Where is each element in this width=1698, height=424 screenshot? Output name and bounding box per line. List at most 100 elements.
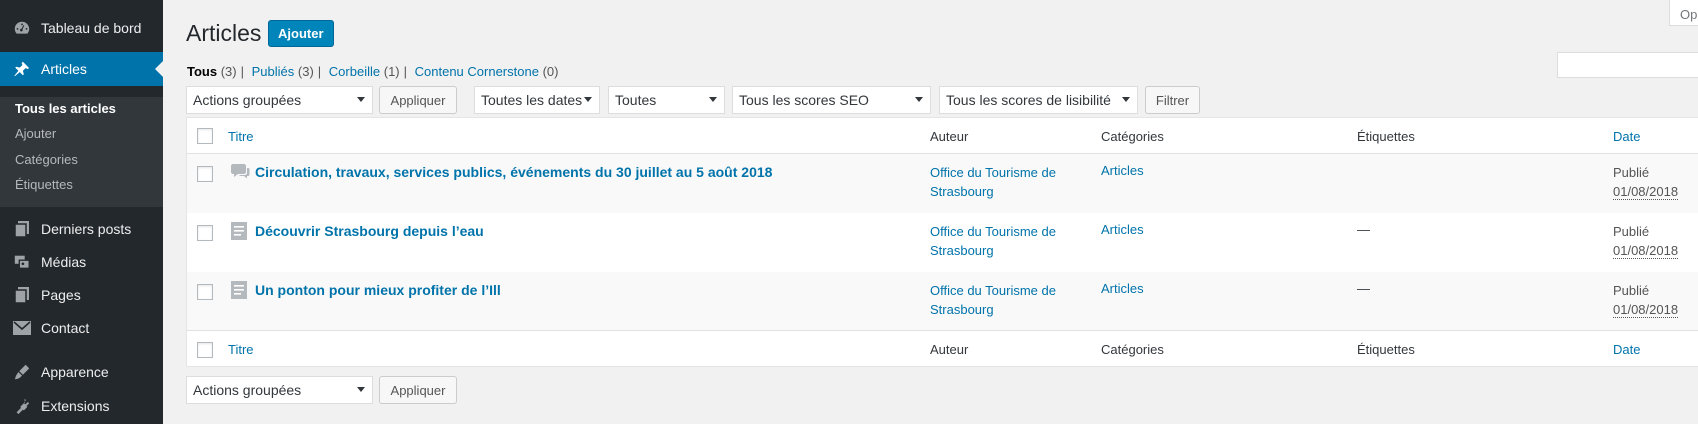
- post-title-link[interactable]: Découvrir Strasbourg depuis l’eau: [255, 223, 484, 239]
- post-date-value: 01/08/2018: [1613, 243, 1679, 259]
- submenu-tags[interactable]: Étiquettes: [15, 177, 73, 192]
- column-tags: Étiquettes: [1357, 129, 1415, 144]
- menu-label: Extensions: [41, 398, 110, 414]
- search-input[interactable]: [1557, 52, 1698, 78]
- post-date-value: 01/08/2018: [1613, 184, 1679, 200]
- view-all[interactable]: Tous: [187, 64, 217, 79]
- column-author: Auteur: [930, 342, 969, 357]
- column-date[interactable]: Date: [1613, 342, 1640, 357]
- view-published[interactable]: Publiés: [252, 64, 295, 79]
- author-line: Office du Tourisme de: [930, 165, 1056, 180]
- view-cornerstone[interactable]: Contenu Cornerstone: [415, 64, 539, 79]
- column-tags: Étiquettes: [1357, 342, 1415, 357]
- menu-label: Médias: [41, 254, 87, 270]
- dashboard-icon: [12, 18, 32, 38]
- column-title[interactable]: Titre: [228, 129, 254, 144]
- table-row: Un ponton pour mieux profiter de l’Ill O…: [187, 272, 1698, 331]
- menu-item-dashboard[interactable]: Tableau de bord: [0, 11, 163, 45]
- apply-button-bottom[interactable]: Appliquer: [379, 376, 457, 404]
- author-line: Strasbourg: [930, 243, 994, 258]
- bulk-actions-select-bottom[interactable]: Actions groupées: [186, 376, 373, 404]
- date-filter-select[interactable]: Toutes les dates: [474, 86, 600, 114]
- posts-table: Titre Auteur Catégories Étiquettes Date …: [186, 117, 1698, 367]
- post-date: Publié 01/08/2018: [1613, 163, 1679, 201]
- mail-icon: [12, 318, 32, 338]
- post-author[interactable]: Office du Tourisme de Strasbourg: [930, 281, 1080, 319]
- submenu-all-articles[interactable]: Tous les articles: [15, 101, 116, 116]
- select-value: Toutes: [615, 92, 657, 108]
- appearance-icon: [12, 362, 32, 382]
- chevron-down-icon: [709, 97, 717, 102]
- row-checkbox[interactable]: [197, 166, 213, 182]
- screen-options-tab[interactable]: Op: [1669, 0, 1698, 26]
- author-line: Strasbourg: [930, 184, 994, 199]
- post-category[interactable]: Articles: [1101, 163, 1144, 178]
- select-value: Tous les scores SEO: [739, 92, 869, 108]
- bulk-actions-select[interactable]: Actions groupées: [186, 86, 373, 114]
- pages-icon: [12, 285, 32, 305]
- filter-button[interactable]: Filtrer: [1145, 86, 1200, 114]
- pin-icon: [12, 59, 32, 79]
- menu-item-pages[interactable]: Pages: [0, 278, 163, 312]
- media-icon: [12, 252, 32, 272]
- chevron-down-icon: [584, 97, 592, 102]
- post-status: Publié: [1613, 224, 1650, 239]
- post-title-link[interactable]: Un ponton pour mieux profiter de l’Ill: [255, 282, 501, 298]
- chevron-down-icon: [1122, 97, 1130, 102]
- column-date[interactable]: Date: [1613, 129, 1640, 144]
- page-title: Articles: [186, 20, 262, 46]
- post-category[interactable]: Articles: [1101, 222, 1144, 237]
- menu-item-extensions[interactable]: Extensions: [0, 389, 163, 423]
- posts-icon: [12, 219, 32, 239]
- chevron-down-icon: [357, 97, 365, 102]
- select-value: Toutes les dates: [481, 92, 583, 108]
- table-row: Circulation, travaux, services publics, …: [187, 154, 1698, 213]
- view-count: (1): [383, 64, 400, 79]
- menu-item-derniers-posts[interactable]: Derniers posts: [0, 212, 163, 246]
- chevron-down-icon: [915, 97, 923, 102]
- post-date: Publié 01/08/2018: [1613, 222, 1679, 260]
- submenu-categories[interactable]: Catégories: [15, 152, 78, 167]
- menu-item-contact[interactable]: Contact: [0, 311, 163, 345]
- post-tags: —: [1357, 281, 1370, 296]
- menu-item-articles[interactable]: Articles: [0, 52, 163, 86]
- post-author[interactable]: Office du Tourisme de Strasbourg: [930, 222, 1080, 260]
- articles-submenu: Tous les articles Ajouter Catégories Éti…: [0, 97, 163, 207]
- add-new-button[interactable]: Ajouter: [268, 20, 334, 47]
- select-all-checkbox[interactable]: [197, 342, 213, 358]
- chevron-down-icon: [357, 387, 365, 392]
- view-count: (0): [542, 64, 559, 79]
- menu-item-apparence[interactable]: Apparence: [0, 355, 163, 389]
- seo-score-select[interactable]: Tous les scores SEO: [732, 86, 931, 114]
- post-date-value: 01/08/2018: [1613, 302, 1679, 318]
- row-checkbox[interactable]: [197, 225, 213, 241]
- select-value: Actions groupées: [193, 92, 302, 108]
- menu-item-medias[interactable]: Médias: [0, 245, 163, 279]
- author-line: Office du Tourisme de: [930, 283, 1056, 298]
- admin-sidebar: Tableau de bord Articles Tous les articl…: [0, 0, 163, 424]
- view-separator: |: [317, 64, 322, 79]
- table-row: Découvrir Strasbourg depuis l’eau Office…: [187, 213, 1698, 272]
- column-title[interactable]: Titre: [228, 342, 254, 357]
- menu-label: Tableau de bord: [41, 20, 142, 36]
- column-categories: Catégories: [1101, 342, 1164, 357]
- apply-button[interactable]: Appliquer: [379, 86, 457, 114]
- menu-label: Articles: [41, 61, 87, 77]
- select-all-checkbox[interactable]: [197, 128, 213, 144]
- post-author[interactable]: Office du Tourisme de Strasbourg: [930, 163, 1080, 201]
- table-footer-row: Titre Auteur Catégories Étiquettes Date: [187, 330, 1698, 368]
- view-separator: |: [240, 64, 244, 79]
- category-filter-select[interactable]: Toutes: [608, 86, 725, 114]
- select-value: Tous les scores de lisibilité: [946, 92, 1111, 108]
- menu-label: Apparence: [41, 364, 109, 380]
- view-trash[interactable]: Corbeille: [329, 64, 380, 79]
- select-value: Actions groupées: [193, 382, 302, 398]
- readability-score-select[interactable]: Tous les scores de lisibilité: [939, 86, 1138, 114]
- plugins-icon: [12, 396, 32, 416]
- post-date: Publié 01/08/2018: [1613, 281, 1679, 319]
- post-title-link[interactable]: Circulation, travaux, services publics, …: [255, 164, 772, 180]
- post-category[interactable]: Articles: [1101, 281, 1144, 296]
- submenu-add[interactable]: Ajouter: [15, 126, 56, 141]
- menu-label: Pages: [41, 287, 81, 303]
- row-checkbox[interactable]: [197, 284, 213, 300]
